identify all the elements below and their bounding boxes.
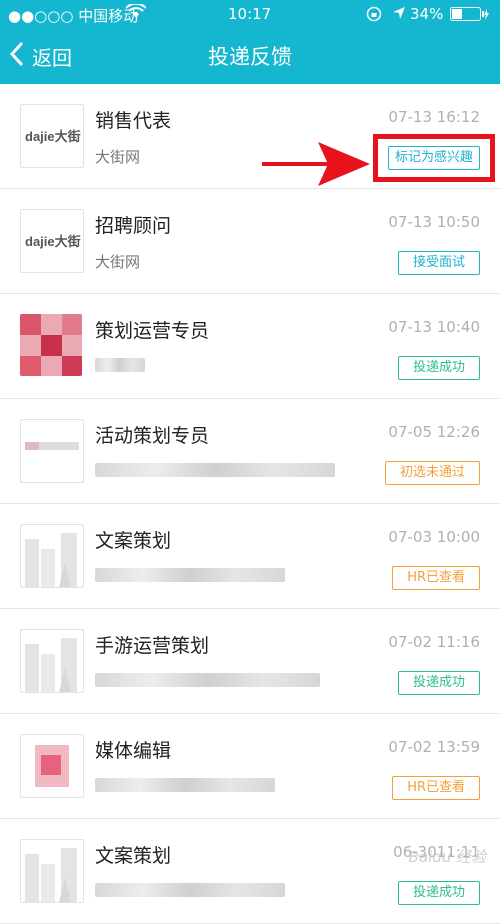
building-placeholder-icon [20,839,84,903]
status-badge: 投递成功 [397,671,480,695]
pixelated-logo [20,734,84,798]
apply-time: 07-13 16:12 [388,108,480,126]
battery-icon [450,7,490,25]
blurred-company [95,568,285,582]
job-title: 媒体编辑 [95,740,172,762]
status-badge: 投递成功 [397,356,480,380]
battery-percent: 34% [410,5,444,23]
status-badge: HR已查看 [392,566,480,590]
annotation-arrow-icon [262,142,370,186]
status-badge: 接受面试 [397,251,480,275]
job-title: 手游运营策划 [95,635,210,657]
company-name: 大街网 [95,253,141,271]
carrier-label: ●●○○○ 中国移动 [8,7,139,25]
wifi-icon [125,2,147,24]
blurred-company [95,358,145,372]
status-badge: HR已查看 [392,776,480,800]
building-placeholder-icon [20,629,84,693]
nav-bar: 返回 投递反馈 [0,28,500,84]
apply-time: 07-05 12:26 [388,423,480,441]
list-item[interactable]: 活动策划专员 07-05 12:26 初选未通过 [0,399,500,504]
pixelated-logo [20,419,84,483]
building-placeholder-icon [20,524,84,588]
job-title: 策划运营专员 [95,320,210,342]
page-title: 投递反馈 [208,45,292,69]
job-title: 销售代表 [95,110,172,132]
apply-time: 07-13 10:40 [388,318,480,336]
blurred-company [95,673,320,687]
logo-text: dajie大街 [25,129,81,144]
company-logo-dajie: dajie大街 [20,104,84,168]
logo-text: dajie大街 [25,234,81,249]
list-item[interactable]: 文案策划 07-03 10:00 HR已查看 [0,504,500,609]
list-item[interactable]: 策划运营专员 07-13 10:40 投递成功 [0,294,500,399]
pixelated-logo [20,314,82,376]
job-title: 活动策划专员 [95,425,210,447]
apply-time: 07-03 10:00 [388,528,480,546]
job-title: 招聘顾问 [95,215,172,237]
list-item[interactable]: 手游运营策划 07-02 11:16 投递成功 [0,609,500,714]
job-title: 文案策划 [95,530,172,552]
apply-time: 07-13 10:50 [388,213,480,231]
location-icon [392,6,406,24]
apply-time: 07-02 13:59 [388,738,480,756]
rotation-lock-icon [366,6,382,26]
status-bar: ●●○○○ 中国移动 10:17 34% [0,0,500,28]
status-badge: 投递成功 [397,881,480,905]
job-title: 文案策划 [95,845,172,867]
annotation-highlight-box [373,134,495,182]
status-badge: 初选未通过 [384,461,480,485]
application-list: dajie大街 销售代表 大街网 07-13 16:12 标记为感兴趣 daji… [0,84,500,924]
company-logo-dajie: dajie大街 [20,209,84,273]
apply-time: 07-02 11:16 [388,633,480,651]
company-name: 大街网 [95,148,141,166]
clock: 10:17 [228,5,272,23]
blurred-company [95,778,275,792]
list-item[interactable]: 媒体编辑 07-02 13:59 HR已查看 [0,714,500,819]
watermark: Baidu 经验 [408,848,486,866]
blurred-company [95,463,335,477]
blurred-company [95,883,285,897]
list-item[interactable]: dajie大街 招聘顾问 大街网 07-13 10:50 接受面试 [0,189,500,294]
list-item[interactable]: 文案策划 06-3011:11 投递成功 [0,819,500,924]
